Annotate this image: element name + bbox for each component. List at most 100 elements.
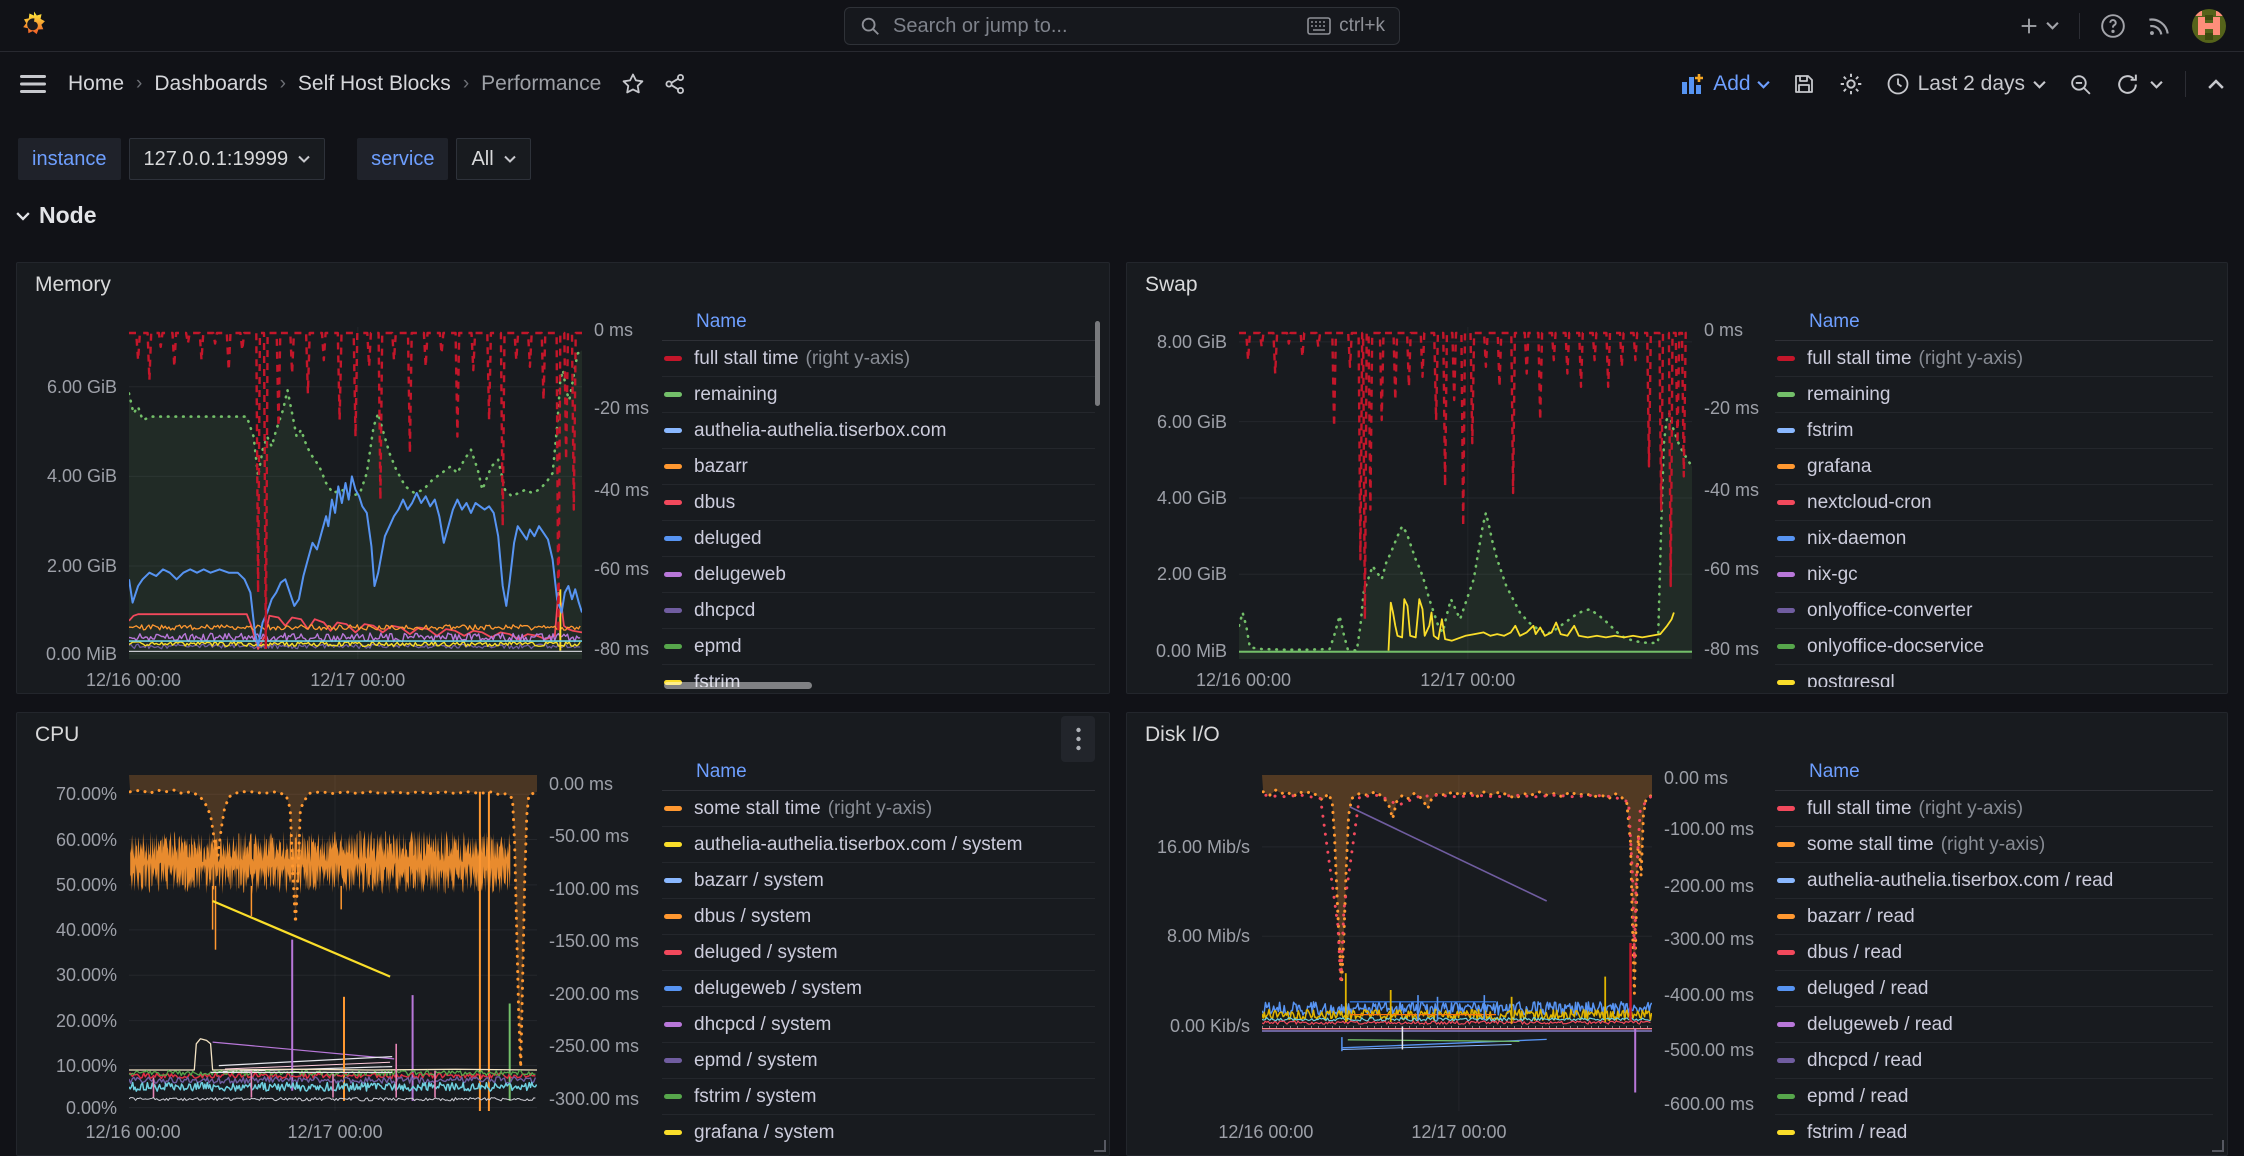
legend-series-axis-note: (right y-axis)	[828, 798, 933, 820]
instance-variable-label[interactable]: instance	[18, 138, 121, 180]
legend-item[interactable]: dhcpcd / read	[1775, 1043, 2213, 1079]
legend-item[interactable]: remaining	[662, 377, 1095, 413]
legend-item[interactable]: dbus	[662, 485, 1095, 521]
zoom-out-icon[interactable]	[2068, 72, 2093, 97]
star-icon[interactable]	[621, 72, 645, 96]
grafana-logo-icon[interactable]	[18, 10, 50, 42]
menu-icon[interactable]	[20, 73, 46, 95]
breadcrumb-folder[interactable]: Self Host Blocks	[298, 72, 451, 96]
panel-title[interactable]: Memory	[35, 273, 111, 297]
help-icon[interactable]	[2100, 13, 2126, 39]
y-axis-right-tick: -80 ms	[1704, 638, 1759, 660]
legend-series-swatch	[664, 878, 682, 883]
legend-item[interactable]: grafana	[1775, 449, 2213, 485]
legend-item[interactable]: full stall time(right y-axis)	[662, 341, 1095, 377]
panel-resize-handle[interactable]	[1094, 1140, 1106, 1152]
legend-header-name[interactable]: Name	[662, 757, 1095, 791]
legend-item[interactable]: authelia-authelia.tiserbox.com / system	[662, 827, 1095, 863]
search-field[interactable]	[891, 14, 1307, 39]
legend-item[interactable]: dhcpcd / system	[662, 1007, 1095, 1043]
legend-item[interactable]: dhcpcd	[662, 593, 1095, 629]
legend-item[interactable]: deluged / system	[662, 935, 1095, 971]
chart-canvas[interactable]	[129, 775, 537, 1111]
collapse-icon[interactable]	[2208, 79, 2224, 90]
legend-item[interactable]: remaining	[1775, 377, 2213, 413]
instance-variable-select[interactable]: 127.0.0.1:19999	[129, 138, 326, 180]
panel-title[interactable]: CPU	[35, 723, 79, 747]
legend-item[interactable]: deluged	[662, 521, 1095, 557]
legend-item[interactable]: fstrim	[1775, 413, 2213, 449]
legend-series-swatch	[664, 914, 682, 919]
legend-item[interactable]: bazarr / system	[662, 863, 1095, 899]
series-white-base-noise	[129, 1098, 535, 1101]
refresh-button[interactable]	[2115, 72, 2163, 97]
legend-item[interactable]: fstrim / system	[662, 1079, 1095, 1115]
time-range-picker[interactable]: Last 2 days	[1886, 72, 2046, 96]
panel-menu-button[interactable]	[1061, 716, 1095, 762]
chart-canvas[interactable]	[129, 327, 582, 659]
legend-item[interactable]: some stall time(right y-axis)	[1775, 827, 2213, 863]
legend-series-swatch	[664, 428, 682, 433]
search-input[interactable]: ctrl+k	[844, 7, 1400, 45]
legend-item[interactable]: bazarr / read	[1775, 899, 2213, 935]
legend-item[interactable]: delugeweb / system	[662, 971, 1095, 1007]
legend-series-label: grafana / system	[694, 1122, 834, 1143]
x-axis-tick: 12/17 00:00	[1420, 669, 1515, 691]
legend-item[interactable]: postgresql	[1775, 665, 2213, 687]
panel-title[interactable]: Swap	[1145, 273, 1198, 297]
legend-horizontal-scrollbar[interactable]	[664, 682, 812, 689]
user-avatar[interactable]	[2192, 9, 2226, 43]
news-icon[interactable]	[2146, 13, 2172, 39]
legend-item[interactable]: deluged / read	[1775, 971, 2213, 1007]
chart-canvas[interactable]	[1239, 327, 1692, 659]
legend-item[interactable]: epmd	[662, 629, 1095, 665]
save-icon[interactable]	[1792, 72, 1816, 96]
y-axis-right-tick: -200.00 ms	[549, 983, 639, 1005]
legend-header-name[interactable]: Name	[1775, 307, 2213, 341]
legend-series-swatch	[1777, 500, 1795, 505]
chevron-down-icon	[1757, 80, 1770, 89]
legend-item[interactable]: dbus / read	[1775, 935, 2213, 971]
x-axis-tick: 12/16 00:00	[1196, 669, 1291, 691]
legend-item[interactable]: epmd / system	[662, 1043, 1095, 1079]
chart-canvas[interactable]	[1262, 775, 1652, 1111]
legend-item[interactable]: bazarr	[662, 449, 1095, 485]
y-axis-right-tick: -80 ms	[594, 638, 649, 660]
legend-item[interactable]: epmd / read	[1775, 1079, 2213, 1115]
chevron-down-icon	[298, 155, 310, 163]
time-range-label: Last 2 days	[1918, 72, 2025, 96]
breadcrumb-dashboards[interactable]: Dashboards	[154, 72, 267, 96]
add-button[interactable]: Add	[1681, 72, 1769, 96]
legend-item[interactable]: onlyoffice-docservice	[1775, 629, 2213, 665]
legend-series-label: authelia-authelia.tiserbox.com / read	[1807, 870, 2113, 892]
legend-item[interactable]: nix-daemon	[1775, 521, 2213, 557]
legend-item[interactable]: delugeweb	[662, 557, 1095, 593]
service-variable-select[interactable]: All	[456, 138, 530, 180]
service-variable-label[interactable]: service	[357, 138, 448, 180]
row-node-toggle[interactable]: Node	[16, 202, 97, 229]
share-icon[interactable]	[663, 72, 687, 96]
legend-item[interactable]: grafana / system	[662, 1115, 1095, 1142]
panel-title[interactable]: Disk I/O	[1145, 723, 1220, 747]
legend-item[interactable]: nix-gc	[1775, 557, 2213, 593]
new-menu-button[interactable]	[2018, 15, 2059, 37]
disk-io-legend: Namefull stall time(right y-axis)some st…	[1775, 757, 2213, 1142]
legend-item[interactable]: delugeweb / read	[1775, 1007, 2213, 1043]
legend-header-name[interactable]: Name	[1775, 757, 2213, 791]
legend-item[interactable]: dbus / system	[662, 899, 1095, 935]
breadcrumb-home[interactable]: Home	[68, 72, 124, 96]
legend-item[interactable]: authelia-authelia.tiserbox.com / read	[1775, 863, 2213, 899]
legend-item[interactable]: fstrim / read	[1775, 1115, 2213, 1142]
legend-item[interactable]: some stall time(right y-axis)	[662, 791, 1095, 827]
legend-item[interactable]: authelia-authelia.tiserbox.com	[662, 413, 1095, 449]
legend-header-name[interactable]: Name	[662, 307, 1095, 341]
panel-resize-handle[interactable]	[2212, 1140, 2224, 1152]
chevron-down-icon	[504, 155, 516, 163]
legend-scrollbar-thumb[interactable]	[1095, 321, 1100, 406]
series-yellow-diagonal	[213, 901, 391, 977]
legend-item[interactable]: nextcloud-cron	[1775, 485, 2213, 521]
legend-item[interactable]: onlyoffice-converter	[1775, 593, 2213, 629]
settings-icon[interactable]	[1838, 71, 1864, 97]
legend-item[interactable]: full stall time(right y-axis)	[1775, 341, 2213, 377]
legend-item[interactable]: full stall time(right y-axis)	[1775, 791, 2213, 827]
